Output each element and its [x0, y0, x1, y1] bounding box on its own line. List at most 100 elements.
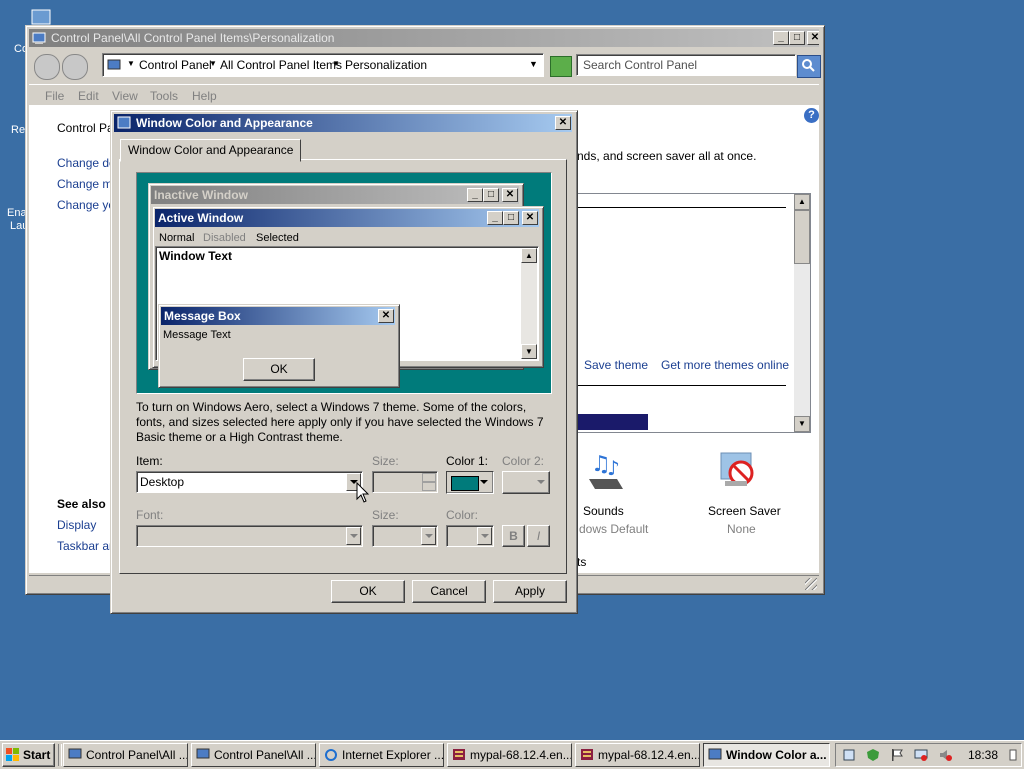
breadcrumb-control-panel[interactable]: Control Panel — [139, 58, 212, 72]
taskbar-item-label: Control Panel\All ... — [86, 748, 188, 762]
control-panel-icon — [68, 748, 82, 761]
theme-list[interactable]: Save theme Get more themes online ▲ ▼ — [577, 193, 811, 433]
dialog-icon — [117, 116, 131, 130]
control-panel-address-icon — [107, 58, 121, 72]
font-color-label: Color: — [446, 508, 479, 522]
system-tray: 18:38 — [835, 743, 1022, 767]
tray-clock[interactable]: 18:38 — [968, 748, 998, 762]
breadcrumb-separator-icon: ▼ — [209, 59, 217, 68]
apply-button[interactable]: Apply — [493, 580, 567, 603]
preview-close-button: ✕ — [522, 211, 538, 225]
preview-area: Inactive Window _ □ ✕ Active Window _ □ … — [136, 172, 552, 394]
preview-active-title: Active Window — [158, 211, 244, 225]
breadcrumb-separator-icon: ▼ — [127, 59, 135, 68]
taskbar-item-control-panel[interactable]: Control Panel\All ... — [191, 743, 316, 767]
forward-button[interactable] — [62, 54, 88, 80]
font-select — [136, 525, 363, 547]
sounds-label[interactable]: Sounds — [583, 504, 624, 518]
taskbar-item-window-color[interactable]: Window Color a... — [703, 743, 830, 767]
tray-network-icon[interactable] — [842, 748, 856, 762]
screen-saver-label[interactable]: Screen Saver — [708, 504, 781, 518]
preview-scroll-up: ▲ — [521, 248, 537, 263]
breadcrumb-all-items[interactable]: All Control Panel Items — [220, 58, 342, 72]
taskbar-item-internet-explorer[interactable]: Internet Explorer ... — [319, 743, 444, 767]
taskbar-item-label: mypal-68.12.4.en... — [598, 748, 700, 762]
item-label: Item: — [136, 454, 163, 468]
preview-minimize-button: _ — [487, 211, 503, 225]
tray-display-icon[interactable] — [914, 748, 928, 762]
address-bar[interactable]: ▼ Control Panel ▼ All Control Panel Item… — [102, 53, 544, 77]
sounds-icon[interactable]: ♫ ♪ — [579, 449, 627, 497]
color1-swatch — [451, 476, 479, 491]
color1-dropdown-icon — [480, 480, 488, 484]
control-panel-titlebar[interactable]: Control Panel\All Control Panel Items\Pe… — [29, 29, 819, 47]
preview-window-text: Window Text — [159, 249, 232, 263]
window-color-dialog: Window Color and Appearance ✕ Window Col… — [110, 110, 578, 614]
menu-file[interactable]: File — [45, 89, 64, 103]
item-size-spinner — [372, 471, 438, 493]
color1-picker[interactable] — [446, 471, 494, 494]
size-grip-icon[interactable] — [805, 578, 817, 590]
intro-text: nds, and screen saver all at once. — [577, 149, 757, 163]
get-more-themes-link[interactable]: Get more themes online — [661, 358, 789, 372]
color2-label: Color 2: — [502, 454, 545, 468]
tab-window-color[interactable]: Window Color and Appearance — [120, 139, 302, 162]
maximize-button[interactable]: □ — [789, 31, 805, 45]
font-size-label: Size: — [372, 508, 399, 522]
address-dropdown-icon[interactable]: ▼ — [529, 59, 538, 69]
ok-button[interactable]: OK — [331, 580, 405, 603]
tray-flag-icon[interactable] — [890, 748, 904, 762]
see-also-display[interactable]: Display — [57, 518, 96, 532]
dialog-close-button[interactable]: ✕ — [555, 116, 571, 130]
help-icon[interactable]: ? — [804, 108, 819, 123]
taskbar-item-control-panel[interactable]: Control Panel\All ... — [63, 743, 188, 767]
window-color-icon — [708, 748, 722, 761]
mouse-cursor-icon — [356, 482, 370, 504]
start-label: Start — [23, 748, 51, 762]
search-input[interactable]: Search Control Panel — [576, 54, 796, 76]
menu-edit[interactable]: Edit — [78, 89, 99, 103]
theme-thumbnail[interactable] — [578, 414, 648, 430]
dialog-titlebar[interactable]: Window Color and Appearance ✕ — [114, 114, 572, 132]
tray-volume-icon[interactable] — [938, 748, 952, 762]
refresh-button[interactable] — [550, 56, 572, 77]
taskbar-item-label: Internet Explorer ... — [342, 748, 444, 762]
theme-separator — [578, 385, 786, 386]
search-icon[interactable] — [797, 55, 821, 78]
taskbar-item-label: mypal-68.12.4.en... — [470, 748, 572, 762]
bold-button: B — [502, 525, 525, 547]
start-button[interactable]: Start — [2, 743, 55, 767]
preview-maximize-button: □ — [483, 188, 499, 202]
preview-minimize-button: _ — [467, 188, 483, 202]
font-color-dropdown-icon — [477, 527, 492, 545]
desktop-icon-label: Re — [11, 124, 26, 136]
see-also-taskbar[interactable]: Taskbar an — [57, 539, 116, 553]
dialog-title: Window Color and Appearance — [136, 116, 313, 130]
taskbar-item-mypal[interactable]: mypal-68.12.4.en... — [575, 743, 700, 767]
menu-help[interactable]: Help — [192, 89, 217, 103]
scroll-thumb[interactable] — [794, 210, 810, 264]
menu-tools[interactable]: Tools — [150, 89, 178, 103]
cancel-button[interactable]: Cancel — [412, 580, 486, 603]
minimize-button[interactable]: _ — [773, 31, 789, 45]
windows-logo-icon — [6, 748, 20, 762]
menu-view[interactable]: View — [112, 89, 138, 103]
preview-scrollbar: ▲ ▼ — [521, 248, 537, 359]
breadcrumb-personalization[interactable]: Personalization — [345, 58, 427, 72]
taskbar-item-label: Window Color a... — [726, 748, 827, 762]
tray-show-desktop-icon[interactable] — [1008, 748, 1018, 762]
back-button[interactable] — [34, 54, 60, 80]
font-size-select — [372, 525, 438, 547]
item-select[interactable]: Desktop — [136, 471, 363, 493]
scroll-down-button[interactable]: ▼ — [794, 416, 810, 432]
preview-close-button: ✕ — [502, 188, 518, 202]
theme-list-scrollbar[interactable]: ▲ ▼ — [794, 194, 810, 432]
save-theme-link[interactable]: Save theme — [584, 358, 648, 372]
taskbar-item-mypal[interactable]: mypal-68.12.4.en... — [447, 743, 572, 767]
scroll-up-button[interactable]: ▲ — [794, 194, 810, 210]
see-also-heading: See also — [57, 497, 106, 511]
screen-saver-icon[interactable] — [715, 449, 763, 497]
tray-security-icon[interactable] — [866, 748, 880, 762]
close-button[interactable]: ✕ — [807, 31, 819, 45]
preview-inactive-titlebar: Inactive Window _ □ ✕ — [151, 186, 519, 204]
